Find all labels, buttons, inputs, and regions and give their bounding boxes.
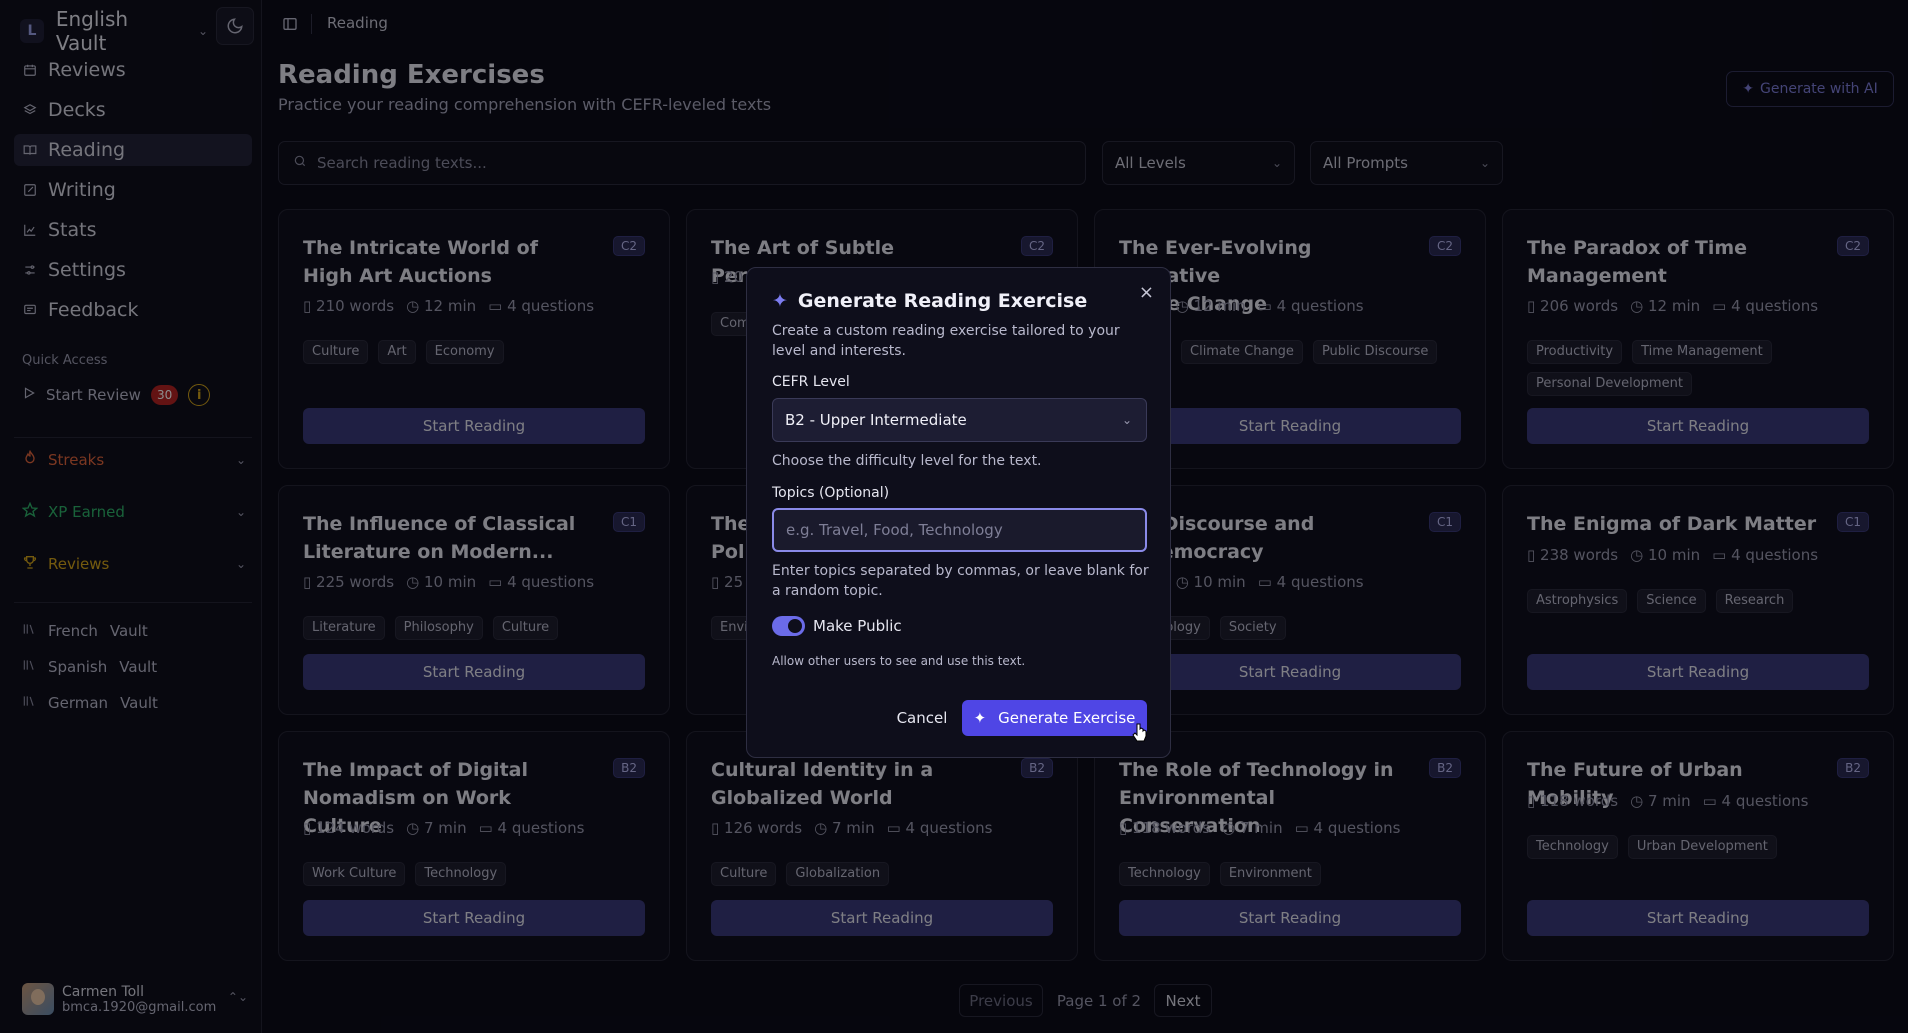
cefr-level-select[interactable]: B2 - Upper Intermediate ⌄ (772, 398, 1147, 442)
dialog-description: Create a custom reading exercise tailore… (772, 323, 1120, 359)
cefr-label: CEFR Level (772, 374, 850, 390)
generate-exercise-label: Generate Exercise (998, 709, 1136, 727)
sparkles-icon: ✦ (973, 709, 987, 727)
cefr-level-value: B2 - Upper Intermediate (785, 411, 967, 429)
make-public-label: Make Public (813, 617, 902, 635)
dialog-title-text: Generate Reading Exercise (797, 290, 1088, 312)
topics-help: Enter topics separated by commas, or lea… (772, 563, 1149, 599)
mouse-cursor-icon (1132, 723, 1147, 742)
generate-reading-dialog: ✦ Generate Reading Exercise × Create a c… (746, 267, 1171, 758)
generate-exercise-button[interactable]: ✦ Generate Exercise (962, 700, 1147, 736)
cefr-help: Choose the difficulty level for the text… (772, 453, 1042, 469)
cancel-button[interactable]: Cancel (887, 700, 957, 736)
close-icon[interactable]: × (1139, 282, 1154, 303)
chevron-down-icon: ⌄ (1121, 413, 1132, 427)
topics-label: Topics (Optional) (772, 485, 890, 501)
make-public-help: Allow other users to see and use this te… (772, 654, 1026, 668)
make-public-toggle[interactable] (772, 616, 805, 636)
dialog-title: ✦ Generate Reading Exercise (772, 290, 1087, 312)
sparkles-icon: ✦ (772, 290, 788, 312)
topics-input[interactable] (772, 508, 1147, 552)
